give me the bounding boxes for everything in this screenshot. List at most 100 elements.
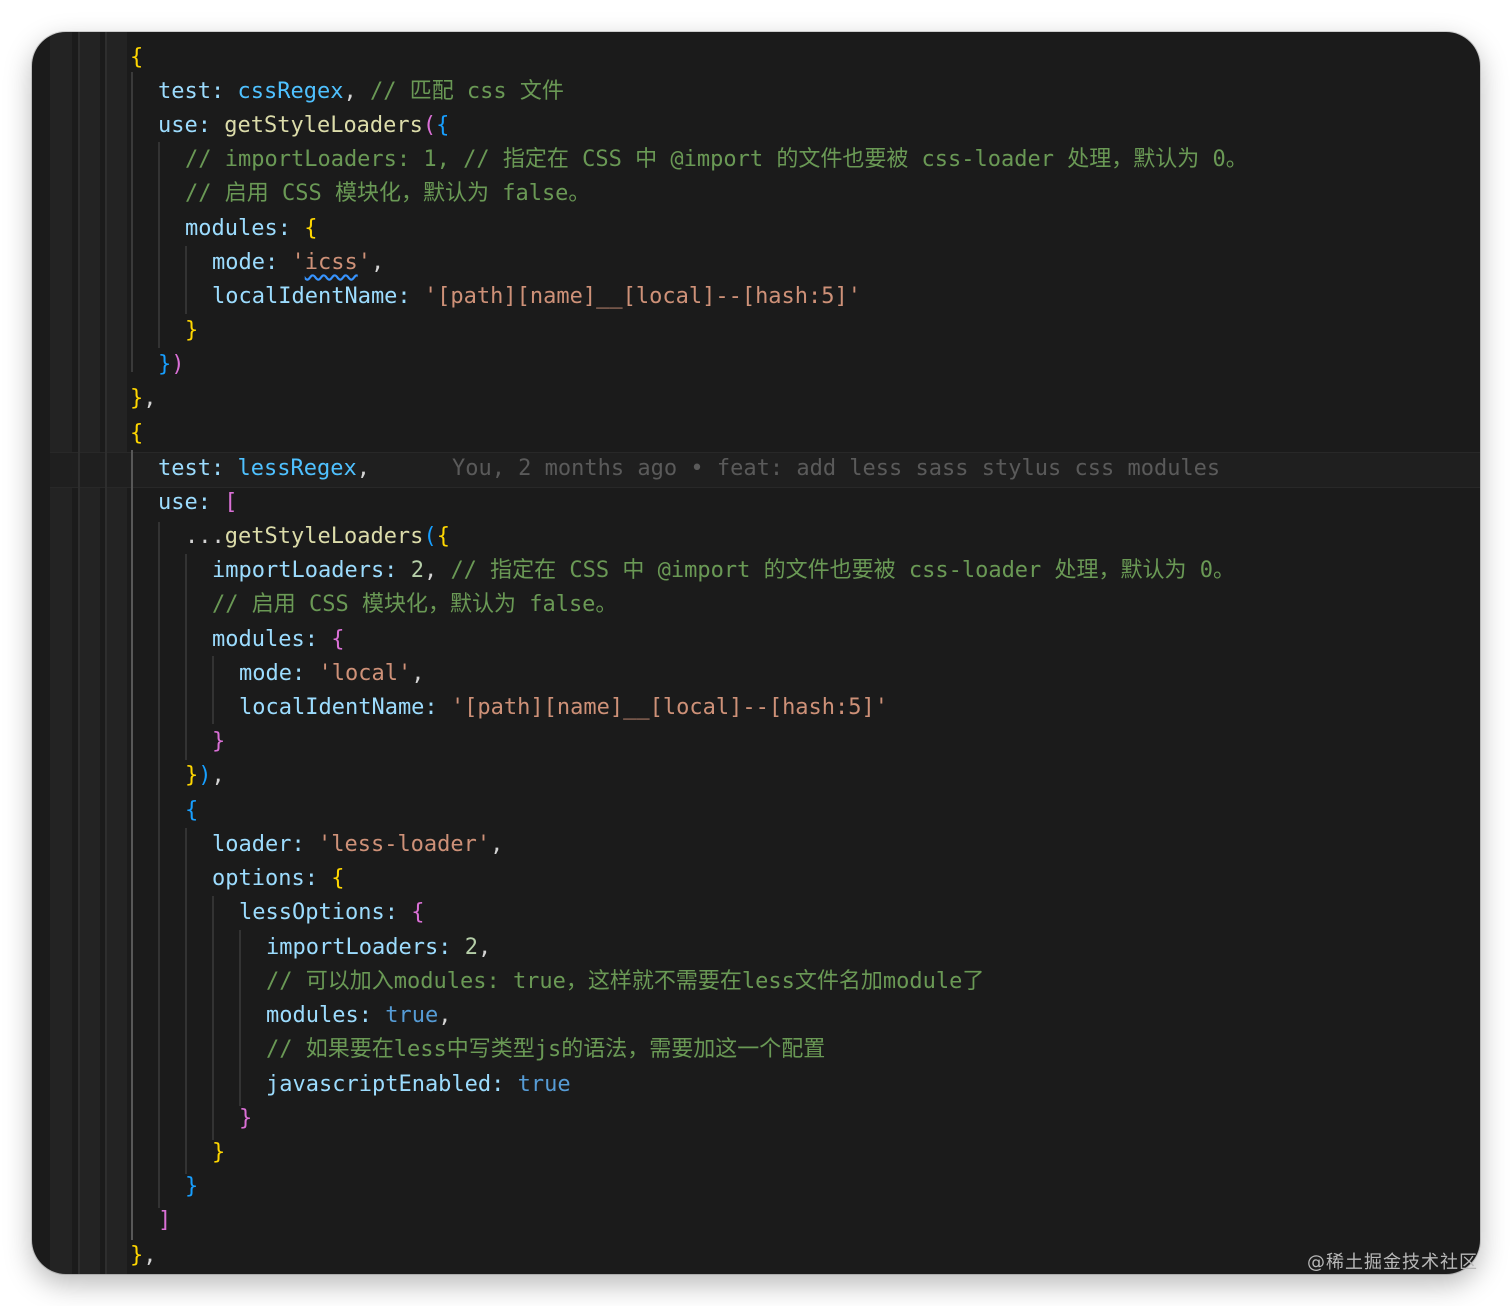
indent-guide: [131, 72, 133, 372]
open-brace: {: [411, 900, 425, 925]
property-key: use:: [158, 113, 211, 138]
open-brace: {: [331, 627, 345, 652]
git-blame-annotation[interactable]: You, 2 months ago • feat: add less sass …: [452, 456, 1220, 481]
boolean-literal: true: [385, 1003, 439, 1028]
boolean-literal: true: [517, 1072, 571, 1097]
open-brace: {: [436, 524, 450, 549]
property-key: localIdentName:: [239, 695, 438, 720]
code-line[interactable]: ]: [158, 1204, 171, 1238]
string-quote: ': [357, 250, 371, 275]
property-key: loader:: [212, 832, 305, 857]
code-line[interactable]: {: [185, 794, 198, 828]
open-brace: {: [185, 798, 199, 823]
number: 2: [410, 558, 424, 583]
code-line[interactable]: }: [212, 725, 225, 759]
close-brace: }: [239, 1106, 253, 1131]
code-line[interactable]: importLoaders: 2,: [266, 931, 491, 965]
code-line[interactable]: // 如果要在less中写类型js的语法，需要加这一个配置: [266, 1033, 825, 1067]
property-key: modules:: [185, 216, 291, 241]
function-name: getStyleLoaders: [224, 113, 423, 138]
close-bracket: ]: [158, 1208, 172, 1233]
code-line[interactable]: },: [130, 382, 157, 416]
indent-guide: [212, 656, 214, 724]
code-line[interactable]: use: getStyleLoaders({: [158, 109, 449, 143]
code-line[interactable]: }: [185, 314, 198, 348]
code-line[interactable]: use: [: [158, 486, 237, 520]
code-line[interactable]: // importLoaders: 1, // 指定在 CSS 中 @impor…: [185, 143, 1248, 177]
indent-depth-band: [50, 32, 72, 1274]
code-line[interactable]: mode: 'icss',: [212, 246, 384, 280]
code-line[interactable]: }: [212, 1136, 225, 1170]
code-line[interactable]: javascriptEnabled: true: [266, 1068, 571, 1102]
open-paren: (: [422, 113, 437, 138]
comment: // 指定在 CSS 中 @import 的文件也要被 css-loader 处…: [450, 558, 1236, 583]
property-key: test:: [158, 456, 225, 481]
close-paren: ): [171, 352, 185, 377]
indent-guide: [105, 32, 107, 1274]
indent-guide: [212, 896, 214, 1140]
open-brace: {: [130, 421, 144, 446]
code-line-current[interactable]: test: lessRegex, You, 2 months ago • feat…: [158, 452, 1220, 486]
close-brace: }: [185, 763, 199, 788]
indent-guide: [185, 246, 187, 314]
close-brace: }: [212, 1140, 226, 1165]
property-key: javascriptEnabled:: [266, 1072, 505, 1097]
property-key: modules:: [266, 1003, 372, 1028]
comma: ,: [356, 456, 370, 481]
comment: // 可以加入modules: true，这样就不需要在less文件名加modu…: [266, 969, 985, 994]
code-line[interactable]: mode: 'local',: [239, 657, 424, 691]
indent-depth-band: [105, 32, 127, 1274]
code-line[interactable]: modules: {: [185, 212, 317, 246]
code-line[interactable]: // 可以加入modules: true，这样就不需要在less文件名加modu…: [266, 965, 984, 999]
property-key: importLoaders:: [212, 558, 398, 583]
code-line[interactable]: ...getStyleLoaders({: [185, 520, 450, 554]
indent-guide: [239, 930, 241, 1106]
string-value: 'local': [318, 661, 412, 686]
code-line[interactable]: localIdentName: '[path][name]__[local]--…: [239, 691, 888, 725]
code-line[interactable]: lessOptions: {: [239, 896, 424, 930]
close-brace: }: [185, 318, 199, 343]
string-value-spellcheck: icss: [304, 250, 358, 275]
open-brace: {: [436, 113, 450, 138]
close-brace: }: [130, 386, 144, 411]
code-editor[interactable]: { test: cssRegex, // 匹配 css 文件 use: getS…: [32, 32, 1480, 1274]
indent-depth-band: [78, 32, 100, 1274]
comment: // 如果要在less中写类型js的语法，需要加这一个配置: [266, 1037, 826, 1062]
variable: cssRegex: [237, 79, 344, 104]
code-line[interactable]: modules: true,: [266, 999, 451, 1033]
code-line[interactable]: // 启用 CSS 模块化，默认为 false。: [185, 177, 590, 211]
property-key: options:: [212, 866, 318, 891]
string-value: '[path][name]__[local]--[hash:5]': [423, 284, 862, 309]
code-line[interactable]: loader: 'less-loader',: [212, 828, 503, 862]
comment: // importLoaders: 1, // 指定在 CSS 中 @impor…: [185, 147, 1248, 172]
code-line[interactable]: // 启用 CSS 模块化，默认为 false。: [212, 588, 617, 622]
code-line[interactable]: }),: [185, 759, 225, 793]
comment: // 启用 CSS 模块化，默认为 false。: [212, 592, 618, 617]
string-quote: ': [291, 250, 305, 275]
close-brace: }: [130, 1243, 144, 1268]
code-line[interactable]: test: cssRegex, // 匹配 css 文件: [158, 75, 564, 109]
open-brace: {: [304, 216, 318, 241]
code-line[interactable]: localIdentName: '[path][name]__[local]--…: [212, 280, 861, 314]
code-line[interactable]: }): [158, 348, 185, 382]
comma: ,: [343, 79, 357, 104]
code-line[interactable]: importLoaders: 2, // 指定在 CSS 中 @import 的…: [212, 554, 1235, 588]
open-paren: (: [423, 524, 437, 549]
comma: ,: [477, 935, 492, 960]
indent-guide: [78, 32, 80, 1274]
code-line[interactable]: },: [130, 1239, 157, 1273]
code-line[interactable]: {: [130, 417, 143, 451]
property-key: use:: [158, 490, 211, 515]
comma: ,: [370, 250, 385, 275]
code-line[interactable]: }: [185, 1170, 198, 1204]
code-line[interactable]: options: {: [212, 862, 344, 896]
comma: ,: [143, 1243, 157, 1268]
comma: ,: [211, 763, 225, 788]
code-line[interactable]: modules: {: [212, 623, 344, 657]
code-line[interactable]: {: [130, 41, 143, 75]
indent-guide: [131, 450, 133, 1240]
code-line[interactable]: }: [239, 1102, 252, 1136]
property-key: localIdentName:: [212, 284, 411, 309]
comma: ,: [411, 661, 425, 686]
comment: // 启用 CSS 模块化，默认为 false。: [185, 181, 591, 206]
